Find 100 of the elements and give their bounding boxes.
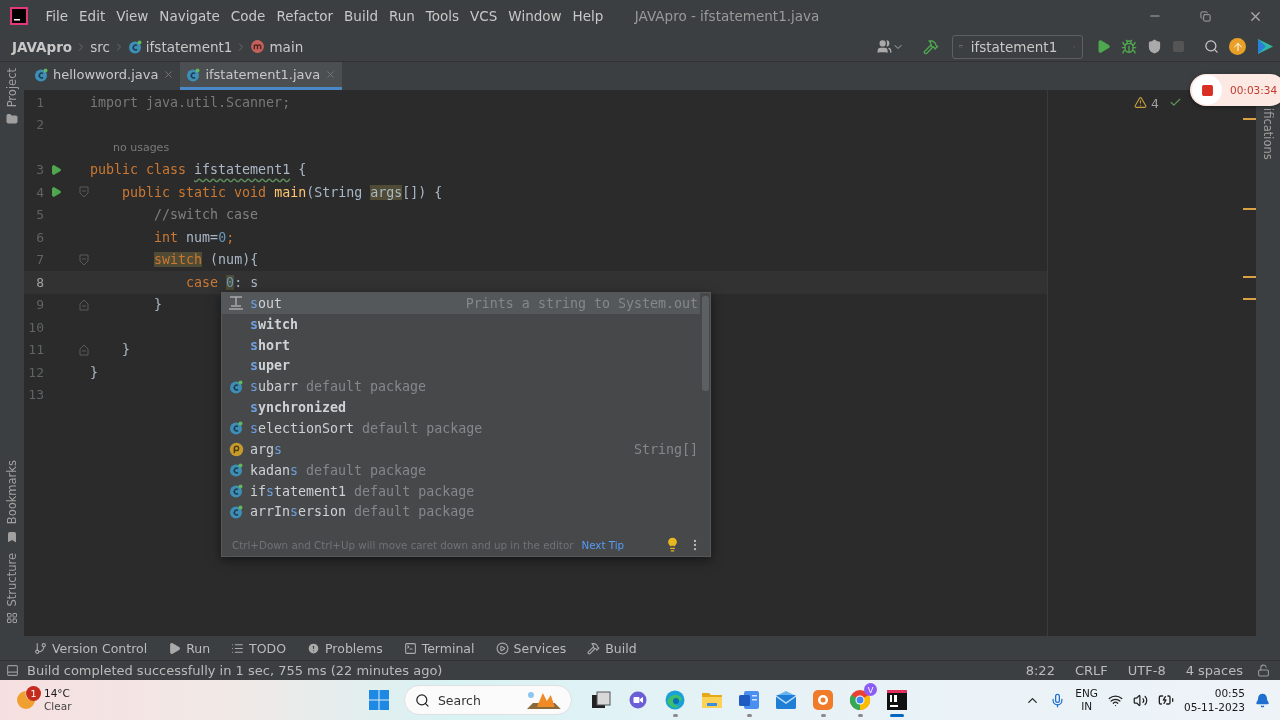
editor-tab[interactable]: ifstatement1.java: [180, 62, 343, 90]
class-icon: [229, 379, 243, 394]
menu-item[interactable]: Navigate: [153, 8, 226, 24]
completion-item[interactable]: super: [222, 355, 700, 377]
status-message: Build completed successfully in 1 sec, 755 ms (22 minutes ago): [27, 663, 443, 678]
warning-icon: [1134, 96, 1148, 109]
update-button[interactable]: [1229, 38, 1246, 55]
taskbar-app[interactable]: V: [846, 682, 874, 718]
menu-item[interactable]: Refactor: [270, 8, 339, 24]
microphone-icon[interactable]: [1050, 692, 1066, 708]
breadcrumb[interactable]: JAVApro: [12, 38, 73, 55]
next-tip-link[interactable]: Next Tip: [581, 538, 625, 551]
menu-item[interactable]: Edit: [73, 8, 111, 24]
tool-window-tab[interactable]: ifications: [1261, 108, 1275, 160]
weather-condition: Clear: [44, 700, 72, 713]
start-icon[interactable]: [369, 690, 389, 710]
run-icon[interactable]: [50, 163, 62, 176]
shield-icon: [1147, 39, 1162, 54]
menu-item[interactable]: Build: [338, 8, 384, 24]
tool-window-tab[interactable]: Bookmarks: [5, 460, 19, 525]
fold-icon[interactable]: [79, 343, 89, 356]
line-number: 3: [35, 162, 44, 178]
list-icon: [231, 641, 245, 655]
debug-button[interactable]: [1121, 38, 1137, 55]
clock[interactable]: 00:55 05-11-2023: [1183, 686, 1245, 714]
tool-window-button[interactable]: Services: [495, 640, 567, 656]
fold-icon[interactable]: [79, 253, 89, 266]
notifications-icon[interactable]: [1255, 692, 1270, 708]
menu-item[interactable]: Help: [567, 8, 609, 24]
status-item[interactable]: 8:22: [1019, 663, 1061, 678]
breadcrumb[interactable]: src: [90, 38, 110, 55]
tool-window-button[interactable]: Version Control: [34, 640, 148, 656]
class-icon: [186, 67, 201, 82]
coverage-button[interactable]: [1147, 39, 1162, 54]
menu-item[interactable]: Window: [502, 8, 568, 24]
restore-icon: [1199, 10, 1211, 22]
menu-item[interactable]: File: [40, 8, 74, 24]
panel-icon[interactable]: [6, 664, 19, 677]
completion-item[interactable]: selectionSort default package: [222, 418, 700, 439]
completion-item[interactable]: switch: [222, 313, 700, 335]
status-item[interactable]: 4 spaces: [1179, 663, 1249, 678]
tool-window-tab[interactable]: Structure: [5, 552, 19, 606]
profile-badge: V: [864, 683, 877, 696]
search-button[interactable]: [1204, 39, 1219, 54]
play-icon: [1096, 39, 1111, 54]
menu-item[interactable]: View: [110, 8, 154, 24]
breadcrumb[interactable]: main: [250, 38, 304, 55]
document-icon: [738, 689, 760, 711]
line-number: 4: [35, 184, 44, 200]
completion-item[interactable]: synchronized: [222, 397, 700, 419]
volume-icon[interactable]: [1132, 692, 1148, 708]
method-icon: [250, 39, 266, 54]
moon-icon: [16, 690, 36, 710]
fold-icon[interactable]: [79, 298, 89, 311]
stop-recording-button[interactable]: [1192, 75, 1222, 105]
search-highlight-icon: [525, 689, 563, 711]
menu-item[interactable]: Run: [383, 8, 421, 24]
class-icon: [229, 484, 243, 498]
search-button[interactable]: Search: [404, 685, 572, 715]
search-icon: [415, 692, 430, 708]
tool-window-button[interactable]: Problems: [307, 640, 383, 656]
fold-icon[interactable]: [79, 186, 89, 199]
completion-item[interactable]: ifstatement1 default package: [222, 480, 700, 502]
run-icon[interactable]: [50, 186, 62, 199]
completion-item[interactable]: subarr default package: [222, 376, 700, 398]
language-indicator[interactable]: ENG IN: [1075, 687, 1098, 713]
completion-item[interactable]: short: [222, 334, 700, 356]
account-button[interactable]: [877, 39, 904, 54]
completion-item[interactable]: arrInsersion default package: [222, 501, 700, 523]
run-button[interactable]: [1096, 39, 1111, 54]
code-line: }: [121, 342, 131, 358]
tool-window-button[interactable]: Build: [587, 640, 637, 656]
completion-item[interactable]: kadans default package: [222, 459, 700, 481]
warning-count[interactable]: 4: [1151, 96, 1159, 111]
tool-window-button[interactable]: Terminal: [403, 640, 475, 656]
unlock-icon[interactable]: [1257, 664, 1270, 677]
run-configuration-dropdown[interactable]: ifstatement1: [952, 34, 1083, 59]
completion-item[interactable]: args String[]: [222, 438, 700, 460]
usage-hint: no usages: [113, 140, 170, 154]
wifi-icon[interactable]: [1107, 692, 1123, 708]
search-icon: [1204, 39, 1219, 54]
status-item[interactable]: UTF-8: [1121, 663, 1172, 678]
stop-icon: [1200, 83, 1214, 97]
close-icon[interactable]: [163, 69, 175, 80]
build-button[interactable]: [923, 38, 939, 55]
battery-icon[interactable]: [1157, 692, 1174, 708]
breadcrumb[interactable]: ifstatement1: [127, 38, 233, 55]
toolbox-icon[interactable]: [1257, 38, 1274, 55]
editor-tab[interactable]: hellowword.java: [28, 62, 181, 90]
scrollbar-thumb[interactable]: [702, 296, 709, 391]
tool-window-button[interactable]: Run: [168, 640, 211, 656]
menu-item[interactable]: Code: [225, 8, 271, 24]
menu-item[interactable]: VCS: [464, 8, 503, 24]
menu-item[interactable]: Tools: [420, 8, 465, 24]
tool-window-tab[interactable]: Project: [5, 68, 19, 108]
code-line: switch (num){: [153, 252, 259, 268]
status-item[interactable]: CRLF: [1068, 663, 1114, 678]
lightbulb-icon[interactable]: [665, 537, 680, 552]
tool-window-button[interactable]: TODO: [231, 640, 287, 656]
class-icon: [127, 39, 142, 54]
